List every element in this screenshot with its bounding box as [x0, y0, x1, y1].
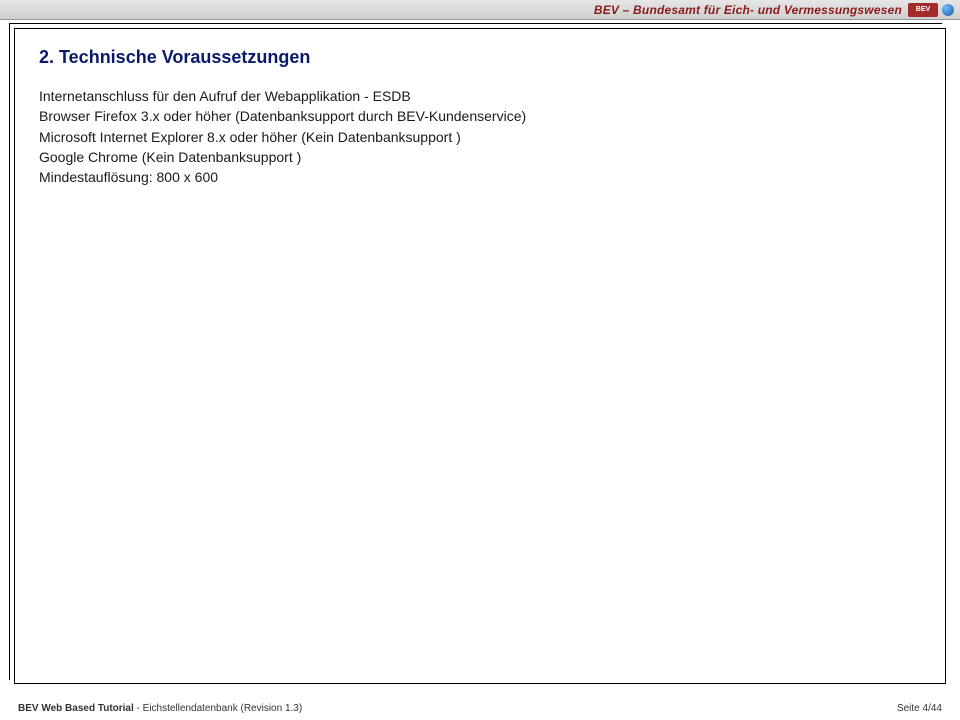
body-text: Internetanschluss für den Aufruf der Web… [39, 86, 921, 187]
footer-subtitle: - Eichstellendatenbank (Revision 1.3) [134, 703, 302, 714]
body-line: Browser Firefox 3.x oder höher (Datenban… [39, 106, 921, 126]
header-bar: BEV – Bundesamt für Eich- und Vermessung… [0, 0, 960, 20]
page-frame: 2. Technische Voraussetzungen Internetan… [14, 28, 946, 684]
bev-logo: BEV [908, 3, 938, 17]
body-line: Google Chrome (Kein Datenbanksupport ) [39, 147, 921, 167]
footer-title: BEV Web Based Tutorial [18, 703, 134, 714]
footer: BEV Web Based Tutorial - Eichstellendate… [14, 703, 946, 714]
page-content: 2. Technische Voraussetzungen Internetan… [39, 47, 921, 187]
body-line: Microsoft Internet Explorer 8.x oder höh… [39, 127, 921, 147]
body-line: Mindestauflösung: 800 x 600 [39, 167, 921, 187]
body-line: Internetanschluss für den Aufruf der Web… [39, 86, 921, 106]
footer-left: BEV Web Based Tutorial - Eichstellendate… [18, 703, 302, 714]
footer-page-number: Seite 4/44 [897, 703, 942, 714]
globe-icon [942, 4, 954, 16]
section-heading: 2. Technische Voraussetzungen [39, 47, 921, 68]
org-title: BEV – Bundesamt für Eich- und Vermessung… [594, 3, 902, 17]
